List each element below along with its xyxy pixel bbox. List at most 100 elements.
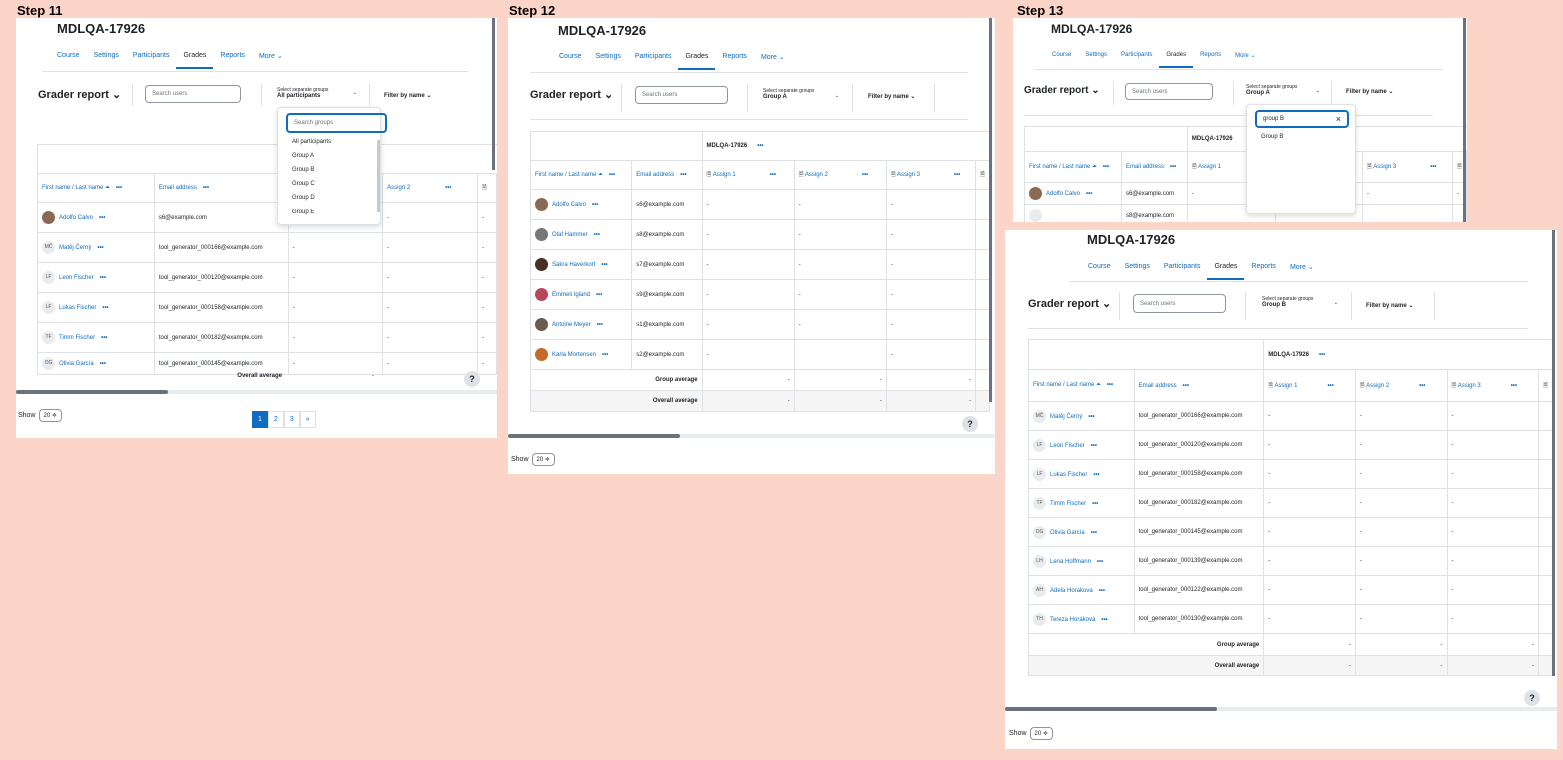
grade-cell[interactable]: - [1362,182,1453,205]
grade-cell[interactable]: - [477,352,497,375]
grader-report-menu[interactable]: Grader report ⌄ [1024,85,1100,96]
nav-grades[interactable]: Grades [1159,52,1194,68]
page-2-link[interactable]: 2 [267,411,284,428]
grade-cell[interactable]: - [793,249,887,280]
nav-participants[interactable]: Participants [1157,263,1208,280]
grade-cell[interactable]: - [885,339,977,370]
grade-cell[interactable]: - [287,292,384,323]
assign1-column-menu[interactable]: ••• [770,172,776,178]
student-name-link[interactable]: Lukas Fischer [59,305,96,311]
grade-cell[interactable]: - [793,189,887,220]
assign2-header-link[interactable]: Assign 2 [805,172,828,178]
grade-cell[interactable]: - [477,262,497,293]
grade-cell[interactable]: - [382,202,478,233]
nav-course[interactable]: Course [1081,263,1118,280]
row-menu[interactable]: ••• [1088,414,1094,420]
nav-course[interactable]: Course [1045,52,1078,68]
grade-cell[interactable]: - [382,292,478,323]
grade-cell[interactable]: - [1354,459,1448,489]
grade-cell[interactable]: - [885,219,977,250]
row-menu[interactable]: ••• [1086,191,1092,197]
grade-cell[interactable]: - [1263,604,1356,634]
row-menu[interactable]: ••• [1101,617,1107,623]
row-menu[interactable]: ••• [100,275,106,281]
row-menu[interactable]: ••• [97,245,103,251]
nav-grades[interactable]: Grades [176,52,214,69]
search-users-input[interactable]: Search users [1133,294,1226,313]
grade-cell[interactable]: - [885,249,977,280]
filter-by-name-button[interactable]: Filter by name ⌄ [384,92,431,99]
vertical-scrollbar[interactable] [989,18,992,402]
email-header-link[interactable]: Email address [1126,164,1164,170]
grader-report-menu[interactable]: Grader report ⌄ [530,88,613,101]
student-name-link[interactable]: Adela Horakova [1050,588,1093,594]
email-header-link[interactable]: Email address [159,185,197,191]
group-option[interactable]: Group A [292,153,314,159]
grade-cell[interactable]: - [287,232,384,263]
nav-participants[interactable]: Participants [1114,52,1159,68]
search-groups-input[interactable]: Search groups [286,113,387,133]
nav-grades[interactable]: Grades [678,53,716,70]
assign3-column-menu[interactable]: ••• [1430,164,1436,170]
group-selector[interactable]: Select separate groups Group A ⌄ [763,88,839,100]
grade-cell[interactable]: - [1263,488,1356,518]
student-name-link[interactable]: Tereza Horáková [1050,617,1095,623]
assign3-header-link[interactable]: Assign 3 [1458,383,1481,389]
help-button[interactable]: ? [464,371,480,387]
grade-cell[interactable]: - [1446,459,1540,489]
grade-cell[interactable]: - [1354,546,1448,576]
search-users-input[interactable]: Search users [1125,83,1213,100]
filter-by-name-button[interactable]: Filter by name ⌄ [1366,302,1413,309]
row-menu[interactable]: ••• [99,215,105,221]
grade-cell[interactable]: - [477,322,497,353]
student-name-link[interactable]: Karla Mortensen [552,352,596,358]
row-menu[interactable]: ••• [592,202,598,208]
student-name-link[interactable]: Adolfo Calvo [1046,191,1080,197]
grade-cell[interactable]: - [1263,430,1356,460]
student-name-link[interactable]: Lukas Fischer [1050,472,1087,478]
student-name-link[interactable]: Matěj Černý [59,245,91,251]
row-menu[interactable]: ••• [1099,588,1105,594]
help-button[interactable]: ? [1524,690,1540,706]
nav-settings[interactable]: Settings [1078,52,1114,68]
sort-by-name-link[interactable]: First name / Last name ⏶ [535,172,603,178]
grade-cell[interactable]: - [477,292,497,323]
nav-more[interactable]: More ⌄ [1283,263,1321,280]
grade-cell[interactable]: - [701,309,795,340]
grade-cell[interactable]: - [477,202,497,233]
student-name-link[interactable]: Leon Fischer [59,275,94,281]
per-page-select[interactable]: 20 ≑ [1029,727,1053,740]
row-menu[interactable]: ••• [1093,472,1099,478]
grade-cell[interactable]: - [1263,546,1356,576]
grade-cell[interactable]: - [1354,517,1448,547]
vertical-scrollbar[interactable] [492,18,495,170]
grade-cell[interactable]: - [287,352,384,375]
assign2-header-link[interactable]: Assign 2 [387,185,410,191]
group-option[interactable]: All participants [292,139,331,145]
grade-cell[interactable]: - [1263,575,1356,605]
student-name-link[interactable]: Sakra Haverkort [552,262,595,268]
grade-cell[interactable]: - [1446,430,1540,460]
nav-participants[interactable]: Participants [628,53,679,70]
email-column-menu[interactable]: ••• [1183,383,1189,389]
grade-cell[interactable]: - [1354,575,1448,605]
assign3-column-menu[interactable]: ••• [954,172,960,178]
student-name-link[interactable]: Olivia García [1050,530,1085,536]
assign2-column-menu[interactable]: ••• [445,185,451,191]
assign1-header-link[interactable]: Assign 1 [713,172,736,178]
search-users-input[interactable]: Search users [145,85,241,103]
row-menu[interactable]: ••• [1091,443,1097,449]
grade-cell[interactable]: - [382,322,478,353]
course-header-menu[interactable]: ••• [1319,352,1325,358]
row-menu[interactable]: ••• [101,335,107,341]
assign1-column-menu[interactable]: ••• [1327,383,1333,389]
assign3-header-link[interactable]: Assign 3 [897,172,920,178]
filter-by-name-button[interactable]: Filter by name ⌄ [868,93,915,100]
row-menu[interactable]: ••• [1091,530,1097,536]
assign2-column-menu[interactable]: ••• [862,172,868,178]
student-name-link[interactable]: Olivia García [59,361,94,367]
grade-cell[interactable]: - [1263,459,1356,489]
student-name-link[interactable]: Olaf Hammer [552,232,588,238]
group-option[interactable]: Group D [292,195,315,201]
grade-cell[interactable]: - [1446,517,1540,547]
